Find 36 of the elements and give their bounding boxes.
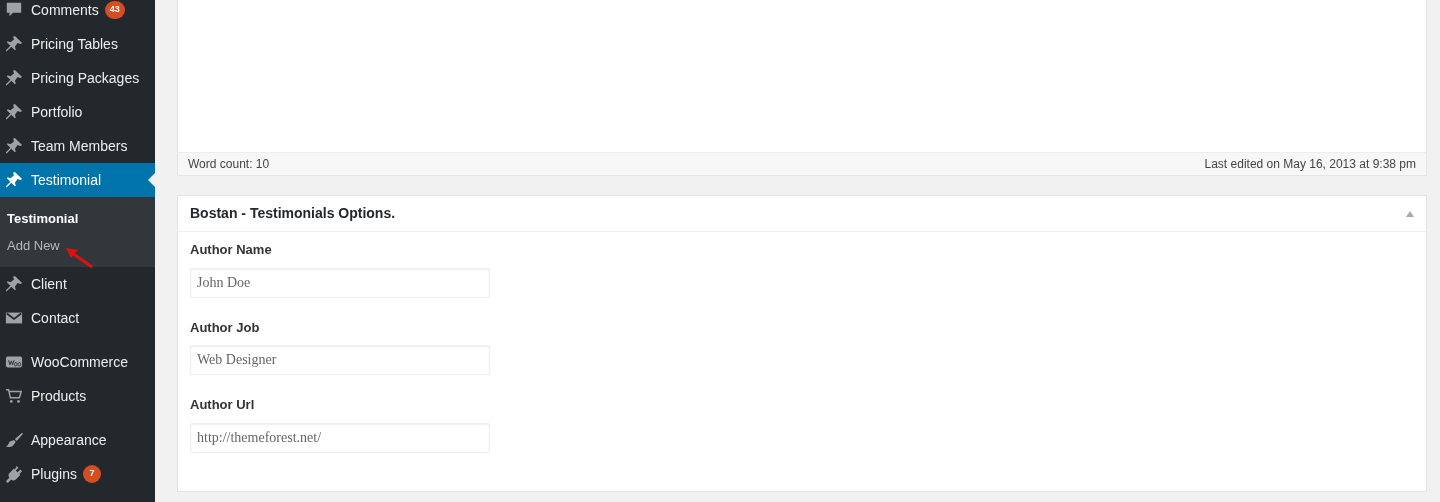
field-label: Author Job <box>190 318 261 337</box>
metabox-title: Bostan - Testimonials Options. <box>190 204 396 223</box>
menu-item[interactable]: Pricing Packages <box>0 61 155 95</box>
field-label: Author Url <box>190 396 256 414</box>
count-badge: 7 <box>82 465 101 483</box>
pointer-notch <box>148 173 155 187</box>
menu-item[interactable]: Contact <box>0 301 155 335</box>
count-badge: 43 <box>104 1 125 19</box>
submenu-item[interactable]: Testimonial <box>0 205 155 232</box>
pushpin-icon <box>5 69 23 87</box>
text-field[interactable]: http://themeforest.net/ <box>190 422 490 453</box>
menu-item[interactable]: Team Members <box>0 129 155 163</box>
paintbrush-icon <box>5 431 23 449</box>
plug-icon <box>5 465 23 483</box>
pushpin-icon <box>5 35 23 53</box>
menu-item[interactable]: WooCommerce <box>0 345 155 379</box>
menu-item[interactable]: Client <box>0 267 155 301</box>
menu-item[interactable]: Products <box>0 379 155 413</box>
menu-item[interactable]: Testimonial <box>0 163 155 197</box>
text-field[interactable]: Web Designer <box>190 345 490 375</box>
word-count: Word count: 10 <box>188 156 270 173</box>
cart-icon <box>5 387 23 405</box>
menu-item[interactable]: Plugins 7 <box>0 457 155 491</box>
pushpin-icon <box>5 171 23 189</box>
menu-item[interactable]: Portfolio <box>0 95 155 129</box>
menu-item[interactable]: Comments 43 <box>0 0 155 27</box>
menu-item[interactable]: Appearance <box>0 423 155 457</box>
submenu-item[interactable]: Add New <box>0 232 155 259</box>
collapse-toggle[interactable] <box>1406 210 1414 217</box>
field-label: Author Name <box>190 241 273 259</box>
pushpin-icon <box>5 275 23 293</box>
menu-item[interactable]: Pricing Tables <box>0 27 155 61</box>
pushpin-icon <box>5 103 23 121</box>
text-field[interactable]: John Doe <box>190 267 490 298</box>
pushpin-icon <box>5 137 23 155</box>
last-edited: Last edited on May 16, 2013 at 9:38 pm <box>1204 156 1416 173</box>
